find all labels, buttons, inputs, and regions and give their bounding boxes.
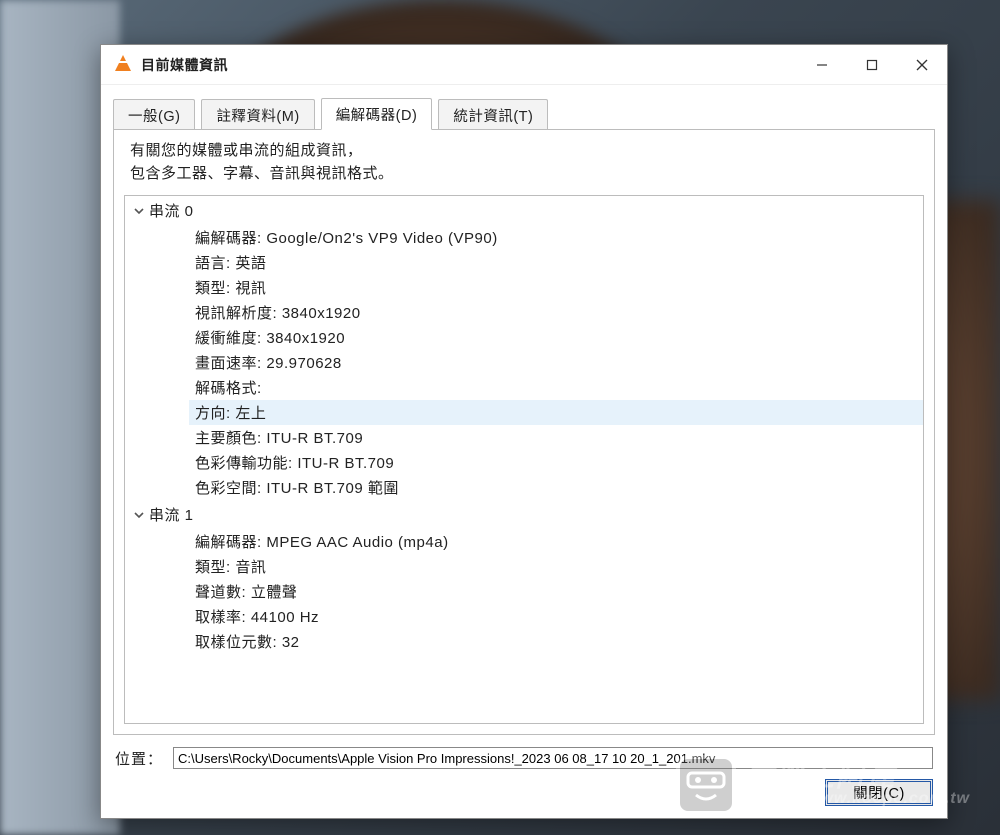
prop-language[interactable]: 語言: 英語 [189, 250, 923, 275]
prop-color-space[interactable]: 色彩空間: ITU-R BT.709 範圍 [189, 475, 923, 500]
info-line-2: 包含多工器、字幕、音訊與視訊格式。 [130, 163, 924, 186]
titlebar[interactable]: 目前媒體資訊 [101, 45, 947, 85]
stream-tree[interactable]: 串流 0 編解碼器: Google/On2's VP9 Video (VP90)… [124, 195, 924, 724]
tab-statistics[interactable]: 統計資訊(T) [438, 99, 548, 130]
prop-type[interactable]: 類型: 視訊 [189, 275, 923, 300]
window-title: 目前媒體資訊 [141, 55, 228, 75]
stream-0-header[interactable]: 串流 0 [125, 196, 923, 225]
codec-panel: 有關您的媒體或串流的組成資訊， 包含多工器、字幕、音訊與視訊格式。 串流 0 編… [113, 129, 935, 735]
prop-color-transfer[interactable]: 色彩傳輸功能: ITU-R BT.709 [189, 450, 923, 475]
prop-resolution[interactable]: 視訊解析度: 3840x1920 [189, 300, 923, 325]
prop-orientation[interactable]: 方向: 左上 [189, 400, 923, 425]
prop-buffer-dimensions[interactable]: 緩衝維度: 3840x1920 [189, 325, 923, 350]
tab-general[interactable]: 一般(G) [113, 99, 195, 130]
close-window-button[interactable] [897, 46, 947, 84]
tab-metadata[interactable]: 註釋資料(M) [201, 99, 314, 130]
panel-description: 有關您的媒體或串流的組成資訊， 包含多工器、字幕、音訊與視訊格式。 [124, 140, 924, 185]
maximize-button[interactable] [847, 46, 897, 84]
info-line-1: 有關您的媒體或串流的組成資訊， [130, 140, 924, 163]
chevron-down-icon [129, 205, 149, 217]
minimize-button[interactable] [797, 46, 847, 84]
tab-codec[interactable]: 編解碼器(D) [321, 98, 433, 130]
stream-1-header[interactable]: 串流 1 [125, 500, 923, 529]
prop-channels[interactable]: 聲道數: 立體聲 [189, 579, 923, 604]
prop-codec[interactable]: 編解碼器: MPEG AAC Audio (mp4a) [189, 529, 923, 554]
tab-bar: 一般(G) 註釋資料(M) 編解碼器(D) 統計資訊(T) [101, 85, 947, 129]
stream-0-title: 串流 0 [149, 200, 194, 221]
location-label: 位置： [115, 748, 163, 769]
stream-1-properties: 編解碼器: MPEG AAC Audio (mp4a) 類型: 音訊 聲道數: … [125, 529, 923, 654]
stream-1-title: 串流 1 [149, 504, 194, 525]
location-row: 位置： [101, 745, 947, 775]
prop-sample-rate[interactable]: 取樣率: 44100 Hz [189, 604, 923, 629]
chevron-down-icon [129, 509, 149, 521]
prop-primary-color[interactable]: 主要顏色: ITU-R BT.709 [189, 425, 923, 450]
prop-bits-per-sample[interactable]: 取樣位元數: 32 [189, 629, 923, 654]
media-info-window: 目前媒體資訊 一般(G) 註釋資料(M) 編解碼器(D) 統計資訊(T) 有關您… [100, 44, 948, 819]
prop-codec[interactable]: 編解碼器: Google/On2's VP9 Video (VP90) [189, 225, 923, 250]
prop-type[interactable]: 類型: 音訊 [189, 554, 923, 579]
dialog-buttons: 關閉(C) [101, 775, 947, 818]
prop-decode-format[interactable]: 解碼格式: [189, 375, 923, 400]
prop-framerate[interactable]: 畫面速率: 29.970628 [189, 350, 923, 375]
vlc-cone-icon [113, 55, 133, 75]
stream-0-properties: 編解碼器: Google/On2's VP9 Video (VP90) 語言: … [125, 225, 923, 500]
location-input[interactable] [173, 747, 933, 769]
close-button[interactable]: 關閉(C) [825, 779, 933, 806]
